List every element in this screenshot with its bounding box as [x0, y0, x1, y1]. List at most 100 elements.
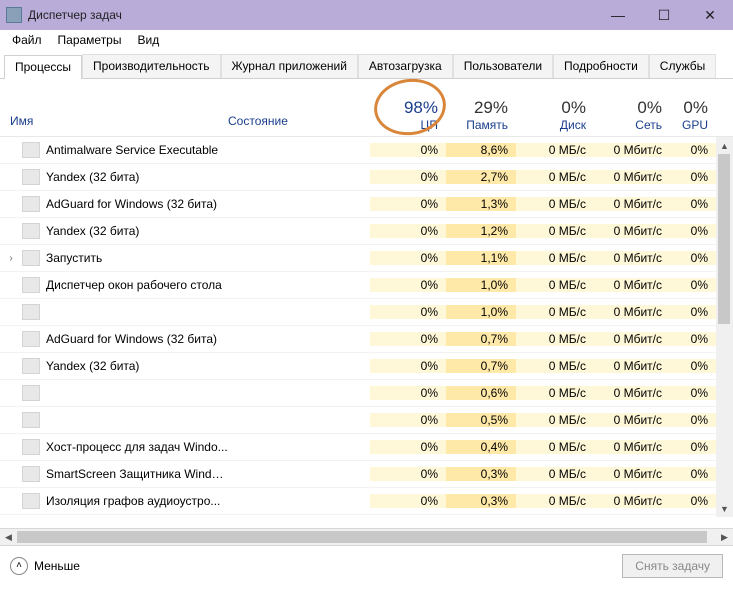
table-row[interactable]: AdGuard for Windows (32 бита)0%1,3%0 МБ/… — [0, 191, 733, 218]
header-disk[interactable]: 0% Диск — [516, 99, 594, 136]
table-row[interactable]: Изоляция графов аудиоустро...0%0,3%0 МБ/… — [0, 488, 733, 515]
maximize-button[interactable]: ☐ — [641, 0, 687, 30]
cell-gpu: 0% — [670, 332, 716, 346]
cell-cpu: 0% — [370, 251, 446, 265]
close-button[interactable]: ✕ — [687, 0, 733, 30]
process-name: Antimalware Service Executable — [46, 143, 228, 157]
process-name: Yandex (32 бита) — [46, 224, 228, 238]
process-name: Изоляция графов аудиоустро... — [46, 494, 228, 508]
cell-cpu: 0% — [370, 494, 446, 508]
cell-gpu: 0% — [670, 224, 716, 238]
cell-gpu: 0% — [670, 143, 716, 157]
table-row[interactable]: SmartScreen Защитника Windo...0%0,3%0 МБ… — [0, 461, 733, 488]
table-row[interactable]: Диспетчер окон рабочего стола0%1,0%0 МБ/… — [0, 272, 733, 299]
scroll-down-icon[interactable]: ▼ — [716, 500, 733, 517]
cell-net: 0 Мбит/с — [594, 305, 670, 319]
cell-disk: 0 МБ/с — [516, 305, 594, 319]
cell-mem: 0,3% — [446, 467, 516, 481]
process-icon — [22, 412, 40, 428]
header-status[interactable]: Состояние — [228, 114, 370, 136]
tab-processes[interactable]: Процессы — [4, 55, 82, 79]
app-icon — [6, 7, 22, 23]
process-name: Yandex (32 бита) — [46, 359, 228, 373]
cell-gpu: 0% — [670, 413, 716, 427]
tab-services[interactable]: Службы — [649, 54, 716, 78]
scroll-up-icon[interactable]: ▲ — [716, 137, 733, 154]
footer: ˄ Меньше Снять задачу — [0, 545, 733, 585]
fewer-label: Меньше — [34, 559, 80, 573]
header-network[interactable]: 0% Сеть — [594, 99, 670, 136]
cell-cpu: 0% — [370, 467, 446, 481]
cell-disk: 0 МБ/с — [516, 440, 594, 454]
column-headers: Имя Состояние 98% ЦП 29% Память 0% Диск … — [0, 79, 733, 137]
fewer-details-button[interactable]: ˄ Меньше — [10, 557, 80, 575]
vertical-scrollbar[interactable]: ▲ ▼ — [716, 137, 733, 517]
cell-disk: 0 МБ/с — [516, 467, 594, 481]
tab-performance[interactable]: Производительность — [82, 54, 220, 78]
header-memory[interactable]: 29% Память — [446, 99, 516, 136]
cell-disk: 0 МБ/с — [516, 170, 594, 184]
table-row[interactable]: ›Запустить0%1,1%0 МБ/с0 Мбит/с0% — [0, 245, 733, 272]
tab-details[interactable]: Подробности — [553, 54, 649, 78]
cell-disk: 0 МБ/с — [516, 224, 594, 238]
cell-cpu: 0% — [370, 386, 446, 400]
header-name[interactable]: Имя — [0, 114, 228, 136]
end-task-button[interactable]: Снять задачу — [622, 554, 723, 578]
cell-mem: 0,3% — [446, 494, 516, 508]
window-title: Диспетчер задач — [28, 8, 595, 22]
menu-view[interactable]: Вид — [129, 31, 167, 49]
process-icon — [22, 358, 40, 374]
table-row[interactable]: Antimalware Service Executable0%8,6%0 МБ… — [0, 137, 733, 164]
table-row[interactable]: 0%0,5%0 МБ/с0 Мбит/с0% — [0, 407, 733, 434]
cell-cpu: 0% — [370, 440, 446, 454]
process-name: AdGuard for Windows (32 бита) — [46, 197, 228, 211]
minimize-button[interactable]: — — [595, 0, 641, 30]
cell-gpu: 0% — [670, 278, 716, 292]
process-name: AdGuard for Windows (32 бита) — [46, 332, 228, 346]
table-row[interactable]: Yandex (32 бита)0%2,7%0 МБ/с0 Мбит/с0% — [0, 164, 733, 191]
header-cpu[interactable]: 98% ЦП — [370, 99, 446, 136]
process-icon — [22, 142, 40, 158]
cell-net: 0 Мбит/с — [594, 386, 670, 400]
net-label: Сеть — [635, 118, 662, 132]
cell-mem: 1,0% — [446, 278, 516, 292]
cell-net: 0 Мбит/с — [594, 224, 670, 238]
menu-file[interactable]: Файл — [4, 31, 50, 49]
cell-gpu: 0% — [670, 197, 716, 211]
cell-net: 0 Мбит/с — [594, 413, 670, 427]
tab-startup[interactable]: Автозагрузка — [358, 54, 453, 78]
tab-users[interactable]: Пользователи — [453, 54, 553, 78]
cell-mem: 1,0% — [446, 305, 516, 319]
mem-percent: 29% — [474, 99, 508, 118]
cell-gpu: 0% — [670, 251, 716, 265]
header-gpu[interactable]: 0% GPU — [670, 99, 716, 136]
horizontal-scrollbar[interactable]: ◀ ▶ — [0, 528, 733, 545]
hscroll-thumb[interactable] — [17, 531, 707, 543]
cell-cpu: 0% — [370, 224, 446, 238]
tabs: Процессы Производительность Журнал прило… — [0, 50, 733, 79]
tab-apphistory[interactable]: Журнал приложений — [221, 54, 358, 78]
process-icon — [22, 250, 40, 266]
process-icon — [22, 277, 40, 293]
gpu-label: GPU — [682, 118, 708, 132]
table-row[interactable]: Yandex (32 бита)0%0,7%0 МБ/с0 Мбит/с0% — [0, 353, 733, 380]
menu-options[interactable]: Параметры — [50, 31, 130, 49]
cell-net: 0 Мбит/с — [594, 197, 670, 211]
scroll-thumb[interactable] — [718, 154, 730, 324]
expand-icon[interactable]: › — [0, 253, 22, 264]
process-icon — [22, 304, 40, 320]
gpu-percent: 0% — [683, 99, 708, 118]
table-row[interactable]: 0%1,0%0 МБ/с0 Мбит/с0% — [0, 299, 733, 326]
table-row[interactable]: AdGuard for Windows (32 бита)0%0,7%0 МБ/… — [0, 326, 733, 353]
process-list: Antimalware Service Executable0%8,6%0 МБ… — [0, 137, 733, 517]
cell-disk: 0 МБ/с — [516, 143, 594, 157]
scroll-left-icon[interactable]: ◀ — [0, 529, 17, 545]
table-row[interactable]: 0%0,6%0 МБ/с0 Мбит/с0% — [0, 380, 733, 407]
titlebar[interactable]: Диспетчер задач — ☐ ✕ — [0, 0, 733, 30]
process-icon — [22, 439, 40, 455]
cell-disk: 0 МБ/с — [516, 413, 594, 427]
net-percent: 0% — [637, 99, 662, 118]
table-row[interactable]: Хост-процесс для задач Windo...0%0,4%0 М… — [0, 434, 733, 461]
table-row[interactable]: Yandex (32 бита)0%1,2%0 МБ/с0 Мбит/с0% — [0, 218, 733, 245]
scroll-right-icon[interactable]: ▶ — [716, 529, 733, 545]
